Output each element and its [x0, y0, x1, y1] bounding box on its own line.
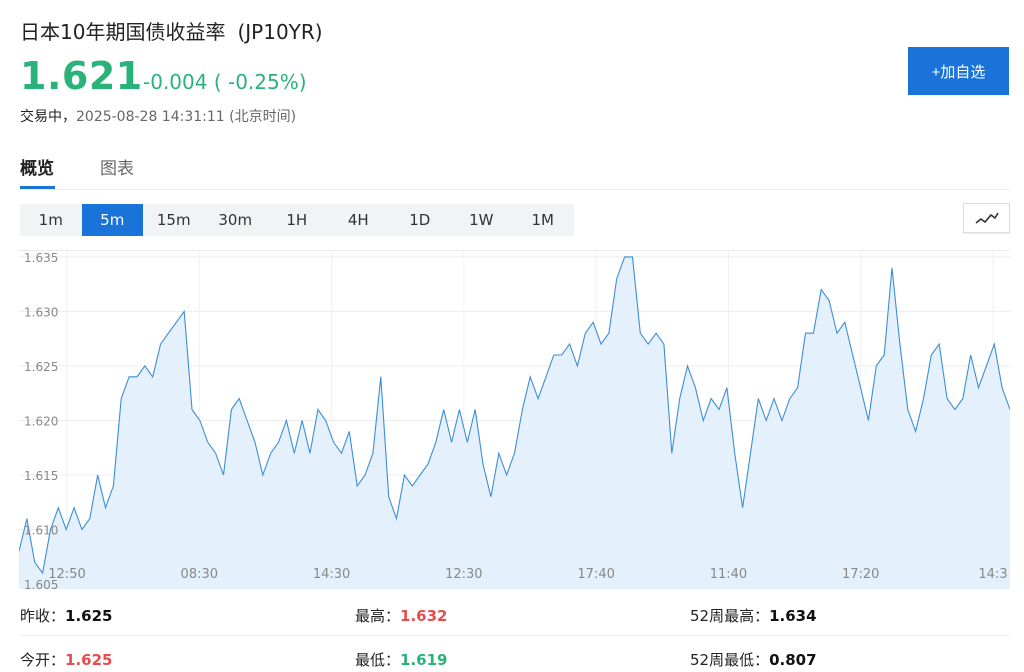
- tab-overview[interactable]: 概览: [20, 154, 54, 179]
- stat-open: 今开：1.625: [20, 651, 113, 669]
- status-label: 交易中，: [20, 109, 76, 125]
- period-30m[interactable]: 30m: [205, 204, 267, 236]
- page-title: 日本10年期国债收益率 (JP10YR): [20, 16, 323, 45]
- price-change: -0.004 ( -0.25%): [143, 70, 307, 94]
- x-tick-label: 17:40: [577, 567, 614, 582]
- instrument-code: (JP10YR): [237, 20, 323, 44]
- x-tick-label: 14:3: [978, 567, 1007, 582]
- period-1h[interactable]: 1H: [266, 204, 328, 236]
- period-1w[interactable]: 1W: [451, 204, 513, 236]
- instrument-name: 日本10年期国债收益率: [20, 20, 226, 44]
- x-tick-label: 08:30: [181, 567, 218, 582]
- status-timestamp: 2025-08-28 14:31:11: [76, 109, 225, 125]
- y-tick-label: 1.610: [24, 523, 58, 537]
- stat-52w-high: 52周最高：1.634: [690, 607, 817, 625]
- trading-status: 交易中，2025-08-28 14:31:11 (北京时间): [20, 106, 296, 126]
- stat-low: 最低：1.619: [355, 651, 448, 669]
- period-1d[interactable]: 1D: [389, 204, 451, 236]
- y-tick-label: 1.620: [24, 414, 58, 428]
- tab-bar: 概览 图表: [20, 144, 1010, 190]
- chart-type-button[interactable]: [963, 203, 1010, 233]
- y-tick-label: 1.630: [24, 305, 58, 319]
- y-tick-label: 1.625: [24, 360, 58, 374]
- y-tick-label: 1.635: [24, 251, 58, 265]
- period-5m[interactable]: 5m: [81, 204, 143, 236]
- stat-52w-low: 52周最低：0.807: [690, 651, 817, 669]
- price-chart-svg: 1.6051.6101.6151.6201.6251.6301.63512:50…: [18, 251, 1011, 592]
- period-selector: 1m 5m 15m 30m 1H 4H 1D 1W 1M: [20, 204, 574, 236]
- stats-row-2: 今开：1.625 最低：1.619 52周最低：0.807: [20, 640, 1010, 672]
- current-price: 1.621: [20, 54, 143, 98]
- period-1mo[interactable]: 1M: [512, 204, 574, 236]
- tab-chart[interactable]: 图表: [100, 154, 134, 179]
- y-tick-label: 1.615: [24, 469, 58, 483]
- price-area: [19, 256, 1010, 589]
- x-tick-label: 17:20: [842, 567, 879, 582]
- line-chart-icon: [975, 212, 999, 224]
- status-timezone: (北京时间): [229, 109, 297, 125]
- stats-row-1: 昨收：1.625 最高：1.632 52周最高：1.634: [20, 596, 1010, 636]
- x-tick-label: 11:40: [710, 567, 747, 582]
- x-tick-label: 12:50: [48, 567, 85, 582]
- price-chart[interactable]: 1.605 1.610 1.615 1.620 1.625 1.630 1.635 12:50…: [18, 250, 1011, 592]
- period-1m[interactable]: 1m: [20, 204, 82, 236]
- period-4h[interactable]: 4H: [328, 204, 390, 236]
- x-tick-label: 14:30: [313, 567, 350, 582]
- active-tab-indicator: [20, 186, 55, 189]
- stat-prev-close: 昨收：1.625: [20, 607, 113, 625]
- stat-high: 最高：1.632: [355, 607, 448, 625]
- period-15m[interactable]: 15m: [143, 204, 205, 236]
- add-watchlist-button[interactable]: +加自选: [908, 47, 1009, 95]
- x-tick-label: 12:30: [445, 567, 482, 582]
